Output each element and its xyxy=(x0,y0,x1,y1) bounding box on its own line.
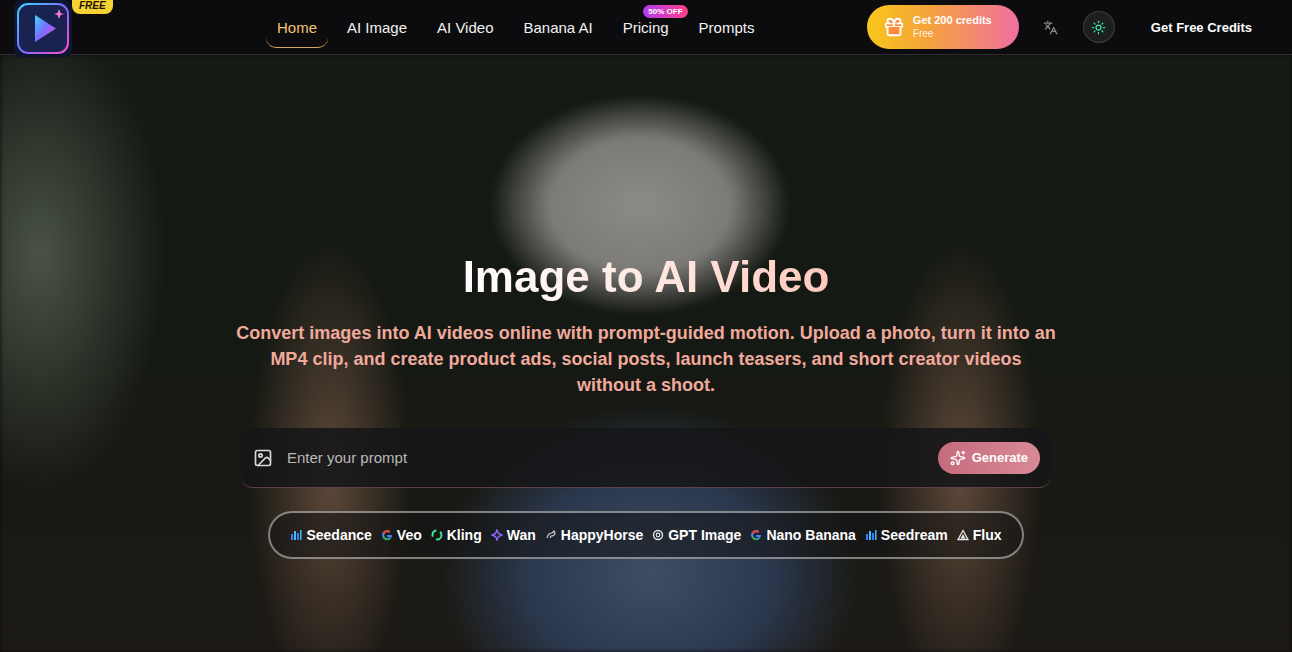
nav-item[interactable]: AI Video xyxy=(426,7,504,48)
free-credits-link[interactable]: Get Free Credits xyxy=(1151,20,1252,35)
promo-text: Get 200 creditsFree xyxy=(913,14,992,40)
models-bar: Seedance Veo Kling Wan HappyHorse GPT Image Na… xyxy=(268,511,1023,559)
header: FREE HomeAI ImageAI VideoBanana AIPricing… xyxy=(0,0,1292,55)
model-chip[interactable]: Wan xyxy=(491,527,536,543)
discount-badge: 50% OFF xyxy=(643,5,687,18)
main-nav: HomeAI ImageAI VideoBanana AIPricing50% … xyxy=(266,7,765,48)
promo-title: Get 200 credits xyxy=(913,14,992,27)
logo[interactable]: FREE xyxy=(14,0,74,55)
model-chip[interactable]: Flux xyxy=(957,527,1002,543)
wan-icon xyxy=(491,529,503,541)
translate-icon xyxy=(1043,20,1058,35)
prompt-input[interactable] xyxy=(285,448,926,467)
free-badge: FREE xyxy=(72,0,113,14)
page: FREE HomeAI ImageAI VideoBanana AIPricing… xyxy=(0,0,1292,652)
promo-subtitle: Free xyxy=(913,27,992,40)
nav-item[interactable]: Home xyxy=(266,7,328,48)
prompt-box: Generate xyxy=(241,428,1051,488)
kling-icon xyxy=(431,529,443,541)
model-chip[interactable]: HappyHorse xyxy=(545,527,643,543)
nav-item[interactable]: Pricing50% OFF xyxy=(612,7,680,48)
nav-item[interactable]: Prompts xyxy=(688,7,766,48)
language-button[interactable] xyxy=(1035,11,1067,43)
nav-item[interactable]: AI Image xyxy=(336,7,418,48)
model-chip[interactable]: Nano Banana xyxy=(750,527,855,543)
sparkles-icon xyxy=(950,450,966,466)
image-upload-icon[interactable] xyxy=(253,448,273,468)
header-actions: Get 200 creditsFree Get Free Credits xyxy=(867,5,1252,49)
hero-content: Image to AI Video Convert images into AI … xyxy=(236,251,1056,559)
generate-button[interactable]: Generate xyxy=(938,442,1040,474)
logo-icon[interactable] xyxy=(14,0,72,57)
model-chip[interactable]: Seedance xyxy=(290,527,371,543)
bytedance-icon xyxy=(865,529,877,541)
hero-title: Image to AI Video xyxy=(463,251,830,303)
google-icon xyxy=(381,529,393,541)
google-icon xyxy=(750,529,762,541)
credits-promo-button[interactable]: Get 200 creditsFree xyxy=(867,5,1019,49)
model-chip[interactable]: Kling xyxy=(431,527,482,543)
model-chip[interactable]: Veo xyxy=(381,527,422,543)
model-chip[interactable]: GPT Image xyxy=(652,527,741,543)
openai-icon xyxy=(652,529,664,541)
gift-icon xyxy=(883,16,905,38)
bytedance-icon xyxy=(290,529,302,541)
flux-icon xyxy=(957,529,969,541)
theme-toggle-button[interactable] xyxy=(1083,11,1115,43)
hero: Image to AI Video Convert images into AI … xyxy=(0,55,1292,652)
model-chip[interactable]: Seedream xyxy=(865,527,948,543)
nav-item[interactable]: Banana AI xyxy=(512,7,603,48)
horse-icon xyxy=(545,529,557,541)
hero-subtitle: Convert images into AI videos online wit… xyxy=(236,320,1056,398)
sun-icon xyxy=(1091,20,1106,35)
